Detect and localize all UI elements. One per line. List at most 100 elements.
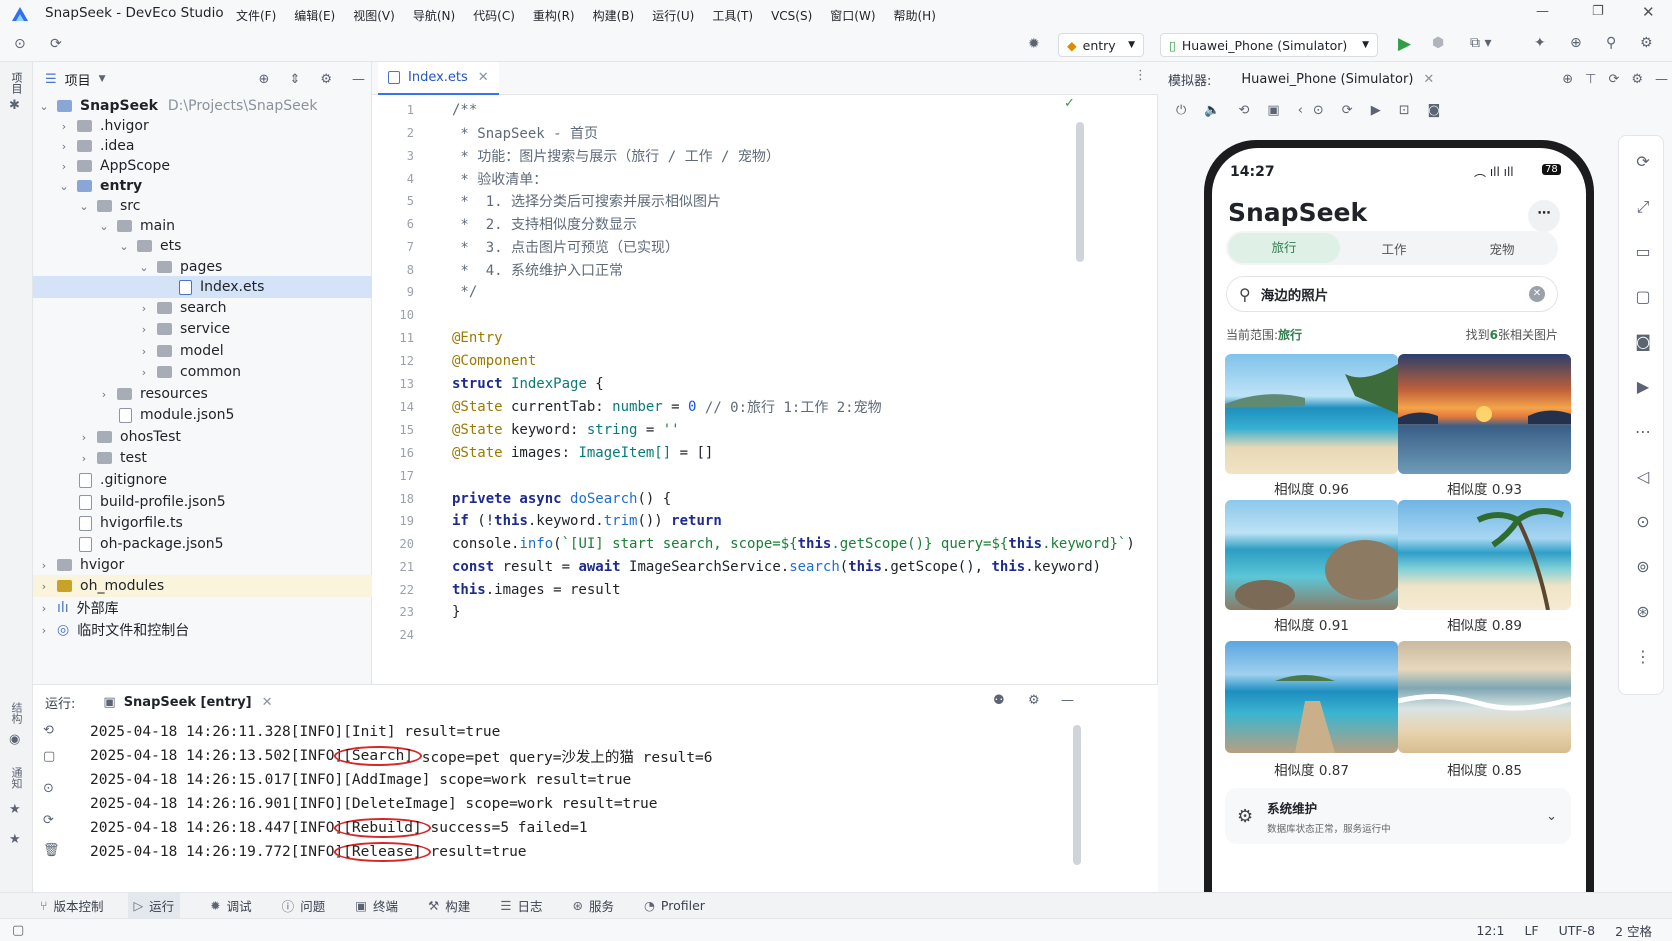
camera-icon[interactable]: ◙ <box>1632 332 1654 354</box>
location-icon[interactable]: ◁ <box>1632 467 1654 489</box>
line-ending[interactable]: LF <box>1524 923 1538 938</box>
tree-item-external-libs[interactable]: › ılı 外部库 <box>33 597 372 619</box>
pin-icon[interactable]: ⊤ <box>1585 72 1596 87</box>
clear-icon[interactable]: ✕ <box>1529 286 1545 302</box>
image-card[interactable] <box>1398 354 1571 474</box>
tree-item-src[interactable]: ⌄ src <box>33 195 372 217</box>
tree-item-index-ets[interactable]: Index.ets <box>33 276 372 298</box>
back-icon[interactable]: ‹ <box>1298 103 1303 118</box>
close-tab-icon[interactable]: ✕ <box>1423 72 1434 87</box>
gear-icon[interactable]: ⚙ <box>320 72 332 87</box>
stop-icon[interactable]: ▢ <box>43 749 55 764</box>
close-icon[interactable]: ✕ <box>1642 3 1655 21</box>
hide-panel-icon[interactable]: — <box>1655 72 1668 87</box>
menu-view[interactable]: 视图(V) <box>353 7 395 24</box>
tool-tab-services[interactable]: ⊛ 服务 <box>573 896 615 915</box>
tree-item-idea[interactable]: › .idea <box>33 135 372 157</box>
tree-item-oh-package[interactable]: oh-package.json5 <box>33 533 372 555</box>
tool-tab-log[interactable]: ☰ 日志 <box>500 896 542 915</box>
tree-item-entry[interactable]: ⌄ entry <box>33 175 372 197</box>
menu-vcs[interactable]: VCS(S) <box>771 9 812 23</box>
refresh-icon[interactable]: ⟳ <box>50 36 62 52</box>
tree-item-main[interactable]: ⌄ main <box>33 215 372 237</box>
minimize-icon[interactable]: — <box>1536 4 1549 19</box>
tree-item-ohostest[interactable]: › ohosTest <box>33 426 372 448</box>
restore-icon[interactable]: ⊙ <box>43 781 54 796</box>
tool-tab-terminal[interactable]: ▣ 终端 <box>355 896 398 915</box>
log-scrollbar[interactable] <box>1073 725 1081 865</box>
tree-item-hvigor-dot[interactable]: › .hvigor <box>33 115 372 137</box>
menu-tools[interactable]: 工具(T) <box>712 7 753 24</box>
rotate-icon[interactable]: ⟳ <box>1632 152 1654 174</box>
rerun-icon[interactable]: ⟲ <box>43 723 54 738</box>
project-tool-tab[interactable]: 项目 <box>8 72 24 94</box>
attach-icon[interactable]: ⟳ <box>43 813 54 828</box>
image-card[interactable] <box>1225 500 1398 610</box>
profile-icon[interactable]: ⧉ ▾ <box>1470 35 1491 51</box>
tree-item-test[interactable]: › test <box>33 447 372 469</box>
screenshot-icon[interactable]: ▣ <box>1267 103 1279 118</box>
tool-tab-profiler[interactable]: ◔ Profiler <box>644 898 705 913</box>
more-tabs-icon[interactable]: ⋮ <box>1134 68 1147 83</box>
more-dots-icon[interactable]: ⋯ <box>1528 200 1560 232</box>
tab-pet[interactable]: 宠物 <box>1448 239 1556 258</box>
rotate-icon[interactable]: ⟲ <box>1238 103 1249 118</box>
menu-refactor[interactable]: 重构(R) <box>533 7 575 24</box>
bug-settings-icon[interactable]: ✹ <box>1028 36 1040 52</box>
home-icon[interactable]: ⊙ <box>1313 103 1324 118</box>
record-icon[interactable]: ⊡ <box>1399 103 1410 118</box>
chevron-down-icon[interactable]: ▼ <box>99 74 106 84</box>
notify-tool-tab[interactable]: 通知 <box>8 767 24 789</box>
settings-icon[interactable]: ⚙ <box>1640 35 1653 51</box>
tree-item-build-profile[interactable]: build-profile.json5 <box>33 491 372 513</box>
status-toggle-icon[interactable]: ▢ <box>12 923 24 938</box>
tree-item-service[interactable]: › service <box>33 318 372 340</box>
menu-edit[interactable]: 编辑(E) <box>294 7 335 24</box>
tool-tab-problems[interactable]: ⓘ 问题 <box>282 896 326 915</box>
inspect-icon[interactable]: ⊕ <box>1570 35 1582 51</box>
pin-icon[interactable]: ✦ <box>1534 35 1546 51</box>
hide-panel-icon[interactable]: — <box>352 72 365 87</box>
image-card[interactable] <box>1225 354 1398 474</box>
close-tab-icon[interactable]: ✕ <box>478 70 489 85</box>
tree-item-hvigorfile[interactable]: hvigorfile.ts <box>33 512 372 534</box>
tab-travel[interactable]: 旅行 <box>1228 233 1340 263</box>
search-input[interactable]: 海边的照片 <box>1261 284 1329 304</box>
simulator-device-tab[interactable]: Huawei_Phone (Simulator) <box>1241 72 1413 87</box>
camera-icon[interactable]: ◉ <box>9 732 20 747</box>
target-icon[interactable]: ⊙ <box>1632 512 1654 534</box>
tab-index-ets[interactable]: Index.ets ✕ <box>378 62 499 95</box>
bookmark-icon[interactable]: ✱ <box>9 98 20 113</box>
run-icon[interactable]: ▶ <box>1398 34 1411 54</box>
tree-item-appscope[interactable]: › AppScope <box>33 155 372 177</box>
file-encoding[interactable]: UTF-8 <box>1559 923 1595 938</box>
compass-icon[interactable]: ⊛ <box>1632 602 1654 624</box>
more-icon[interactable]: ⋮ <box>1632 647 1654 669</box>
maximize-icon[interactable]: ❐ <box>1592 4 1604 19</box>
debug-icon[interactable]: ⬢ <box>1432 35 1444 51</box>
tab-work[interactable]: 工作 <box>1340 239 1448 258</box>
tool-tab-debug[interactable]: ✹ 调试 <box>210 896 252 915</box>
menu-window[interactable]: 窗口(W) <box>830 7 875 24</box>
more-dots-icon[interactable]: ⋯ <box>1632 422 1654 444</box>
tree-root[interactable]: ⌄ SnapSeek D:\Projects\SnapSeek <box>33 95 372 117</box>
star-icon[interactable]: ★ <box>9 802 21 817</box>
image-card[interactable] <box>1398 500 1571 610</box>
play-icon[interactable]: ▶ <box>1371 103 1381 118</box>
tool-tab-build[interactable]: ⚒ 构建 <box>428 896 470 915</box>
tree-item-ets[interactable]: ⌄ ets <box>33 235 372 257</box>
refresh-icon[interactable]: ⟳ <box>1608 72 1619 87</box>
favorites-icon[interactable]: ★ <box>9 832 21 847</box>
tool-tab-run[interactable]: ▷ 运行 <box>127 893 181 918</box>
gear-icon[interactable]: ⚙ <box>1631 72 1643 87</box>
image-card[interactable] <box>1225 641 1398 753</box>
close-tab-icon[interactable]: ✕ <box>262 695 273 710</box>
gps-icon[interactable]: ⊚ <box>1632 557 1654 579</box>
tablet-icon[interactable]: ▢ <box>1632 287 1654 309</box>
menu-help[interactable]: 帮助(H) <box>894 7 936 24</box>
device-frame-icon[interactable]: ▭ <box>1632 242 1654 264</box>
run-tab[interactable]: SnapSeek [entry] <box>124 695 252 710</box>
tree-item-hvigor[interactable]: › hvigor <box>33 554 372 576</box>
recent-icon[interactable]: ⟳ <box>1342 103 1353 118</box>
menu-build[interactable]: 构建(B) <box>593 7 635 24</box>
